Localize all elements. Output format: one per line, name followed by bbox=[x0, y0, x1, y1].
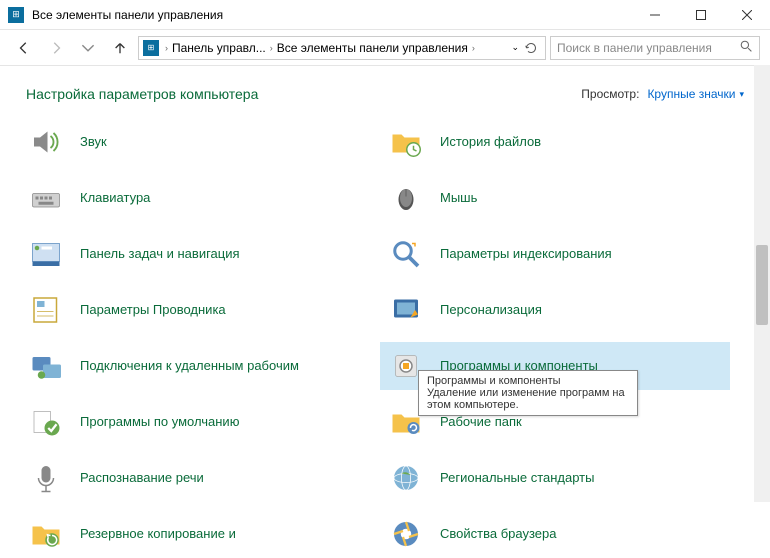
chevron-right-icon: › bbox=[470, 43, 477, 53]
control-panel-item[interactable]: Подключения к удаленным рабочим bbox=[20, 342, 370, 390]
indexing-icon bbox=[386, 234, 426, 274]
taskbar-icon bbox=[26, 234, 66, 274]
control-panel-item[interactable]: Программы по умолчанию bbox=[20, 398, 370, 446]
tooltip: Программы и компоненты Удаление или изме… bbox=[418, 370, 638, 416]
item-label: Мышь bbox=[440, 190, 477, 207]
maximize-button[interactable] bbox=[678, 0, 724, 30]
control-panel-item[interactable]: Параметры Проводника bbox=[20, 286, 370, 334]
explorer-icon bbox=[26, 290, 66, 330]
item-label: Звук bbox=[80, 134, 107, 151]
item-label: Рабочие папк bbox=[440, 414, 522, 431]
control-panel-item[interactable]: Свойства браузера bbox=[380, 510, 730, 558]
search-placeholder: Поиск в панели управления bbox=[557, 41, 712, 55]
chevron-down-icon: ▾ bbox=[739, 89, 744, 100]
scrollbar[interactable] bbox=[754, 65, 770, 502]
close-button[interactable] bbox=[724, 0, 770, 30]
speech-icon bbox=[26, 458, 66, 498]
browser-icon bbox=[386, 514, 426, 554]
item-label: Программы по умолчанию bbox=[80, 414, 239, 431]
control-panel-item[interactable]: История файлов bbox=[380, 118, 730, 166]
control-panel-item[interactable]: Мышь bbox=[380, 174, 730, 222]
app-icon: ⊞ bbox=[8, 7, 24, 23]
item-label: Панель задач и навигация bbox=[80, 246, 240, 263]
control-panel-item[interactable]: Распознавание речи bbox=[20, 454, 370, 502]
item-label: Свойства браузера bbox=[440, 526, 556, 543]
folder-history-icon bbox=[386, 122, 426, 162]
item-label: Параметры Проводника bbox=[80, 302, 226, 319]
view-selector[interactable]: Крупные значки▾ bbox=[647, 87, 744, 101]
page-title: Настройка параметров компьютера bbox=[26, 86, 581, 102]
personalize-icon bbox=[386, 290, 426, 330]
tooltip-title: Программы и компоненты bbox=[427, 375, 629, 387]
search-icon bbox=[740, 40, 753, 56]
address-bar[interactable]: ⊞ › Панель управл... › Все элементы пане… bbox=[138, 36, 546, 60]
recent-dropdown[interactable] bbox=[74, 34, 102, 62]
search-input[interactable]: Поиск в панели управления bbox=[550, 36, 760, 60]
address-dropdown[interactable]: ⌄ bbox=[511, 42, 519, 53]
item-label: Клавиатура bbox=[80, 190, 150, 207]
region-icon bbox=[386, 458, 426, 498]
control-panel-item[interactable]: Параметры индексирования bbox=[380, 230, 730, 278]
control-panel-item[interactable]: Панель задач и навигация bbox=[20, 230, 370, 278]
mouse-icon bbox=[386, 178, 426, 218]
keyboard-icon bbox=[26, 178, 66, 218]
item-label: Параметры индексирования bbox=[440, 246, 612, 263]
breadcrumb[interactable]: Все элементы панели управления bbox=[277, 41, 468, 55]
view-label: Просмотр: bbox=[581, 87, 639, 101]
control-panel-item[interactable]: Региональные стандарты bbox=[380, 454, 730, 502]
item-label: Резервное копирование и bbox=[80, 526, 236, 543]
up-button[interactable] bbox=[106, 34, 134, 62]
scroll-thumb[interactable] bbox=[756, 245, 768, 325]
item-label: Региональные стандарты bbox=[440, 470, 594, 487]
control-panel-icon: ⊞ bbox=[143, 40, 159, 56]
control-panel-item[interactable]: Резервное копирование и bbox=[20, 510, 370, 558]
item-label: Подключения к удаленным рабочим bbox=[80, 358, 299, 375]
back-button[interactable] bbox=[10, 34, 38, 62]
remote-icon bbox=[26, 346, 66, 386]
window-title: Все элементы панели управления bbox=[32, 8, 632, 22]
minimize-button[interactable] bbox=[632, 0, 678, 30]
chevron-right-icon: › bbox=[163, 43, 170, 53]
speaker-icon bbox=[26, 122, 66, 162]
item-label: История файлов bbox=[440, 134, 541, 151]
control-panel-item[interactable]: Клавиатура bbox=[20, 174, 370, 222]
backup-icon bbox=[26, 514, 66, 554]
item-label: Распознавание речи bbox=[80, 470, 204, 487]
tooltip-desc: Удаление или изменение программ на этом … bbox=[427, 387, 629, 411]
control-panel-item[interactable]: Звук bbox=[20, 118, 370, 166]
forward-button[interactable] bbox=[42, 34, 70, 62]
chevron-right-icon: › bbox=[268, 43, 275, 53]
refresh-button[interactable] bbox=[521, 42, 541, 54]
breadcrumb[interactable]: Панель управл... bbox=[172, 41, 266, 55]
control-panel-item[interactable]: Персонализация bbox=[380, 286, 730, 334]
item-label: Персонализация bbox=[440, 302, 542, 319]
defaults-icon bbox=[26, 402, 66, 442]
